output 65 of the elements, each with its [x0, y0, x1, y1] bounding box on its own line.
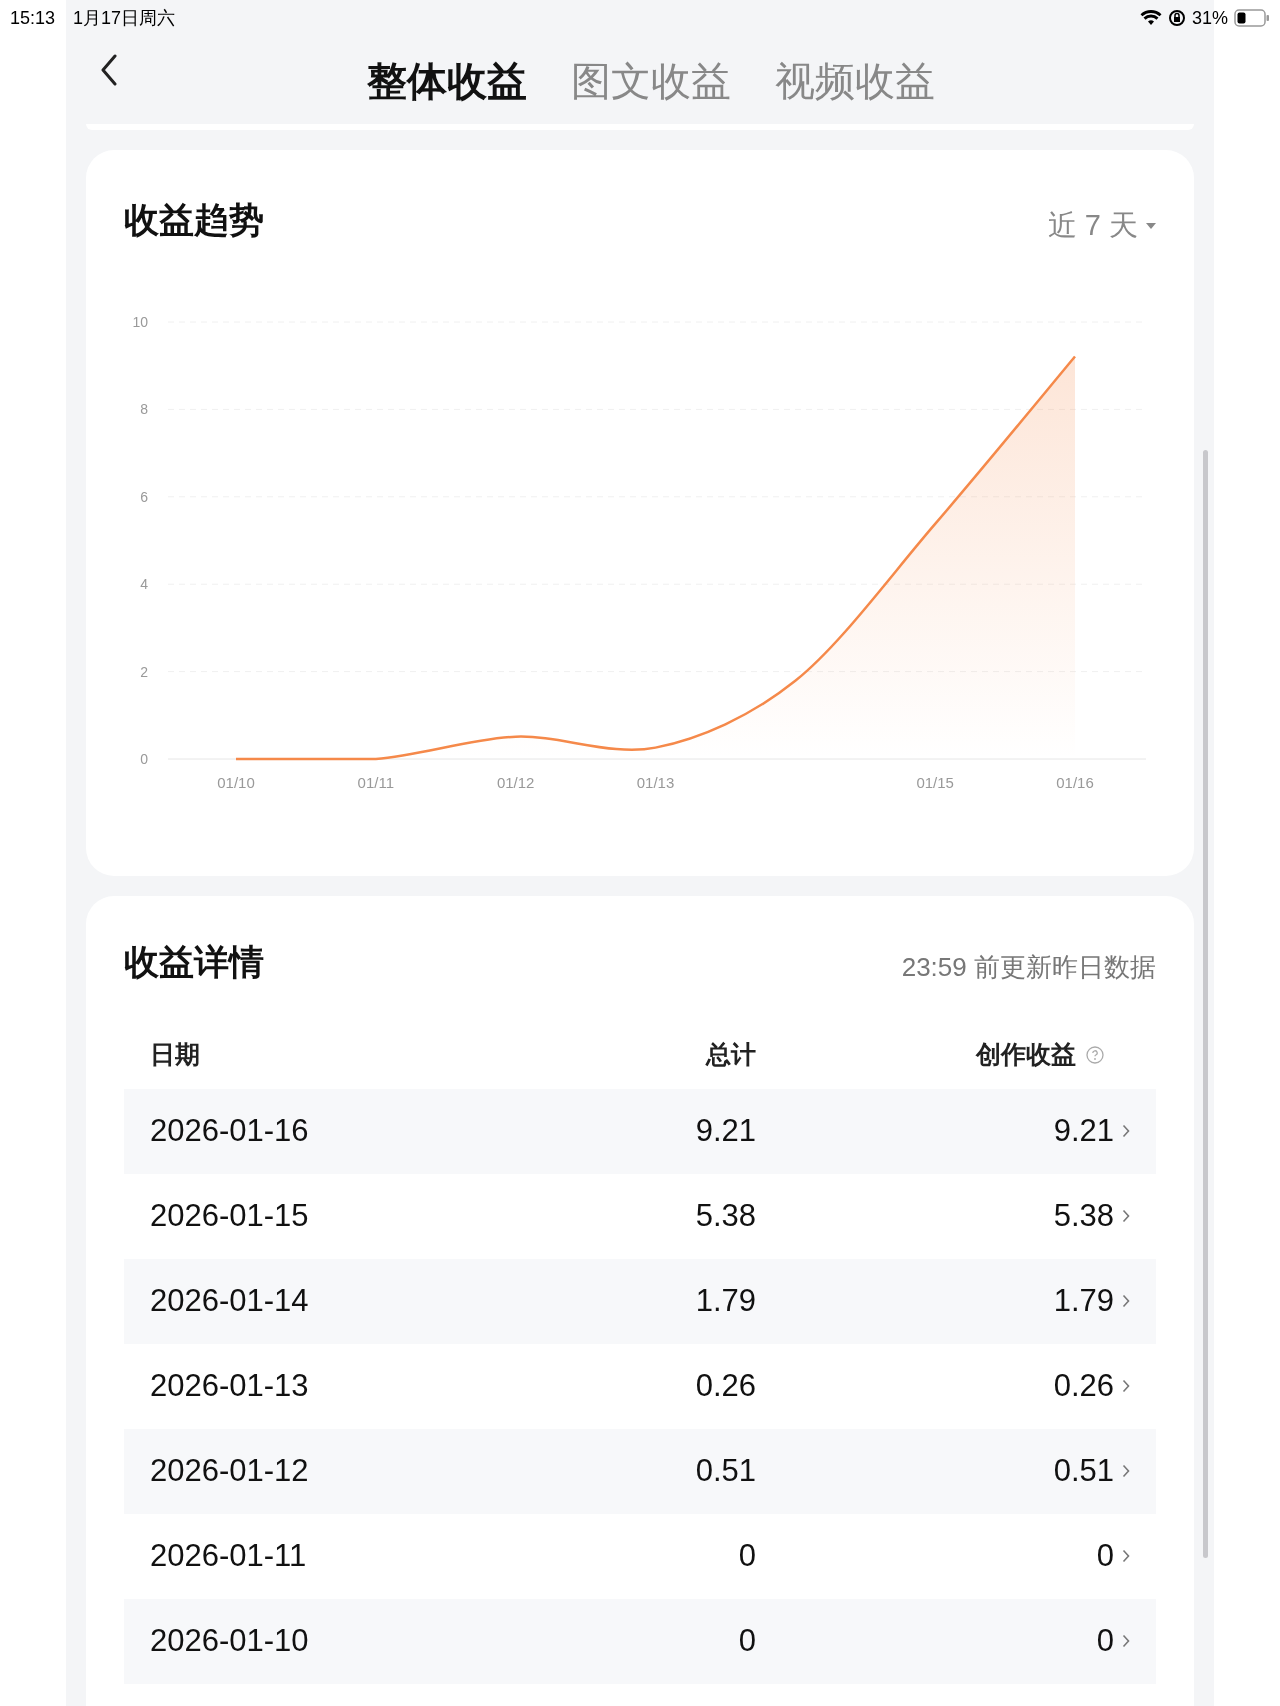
status-date: 1月17日周六: [73, 6, 176, 30]
chevron-icon: [1122, 1379, 1130, 1393]
card-title: 收益详情: [124, 941, 264, 983]
range-dropdown[interactable]: 近 7 天: [1047, 204, 1156, 248]
chevron-icon: [1122, 1294, 1130, 1308]
date-cell-text: 2026-01-14: [150, 1281, 310, 1320]
date-cell-text: 2026-01-16: [150, 1111, 310, 1150]
axis-label: 01/10: [217, 774, 255, 791]
axis-label: 01/13: [636, 774, 675, 791]
creation-cell-text: 0.51: [1053, 1451, 1114, 1490]
card-title: 收益趋势: [124, 199, 264, 241]
creation-cell-text: 1.79: [1053, 1281, 1114, 1320]
total-cell-text: 5.38: [694, 1196, 756, 1235]
total-cell-text: 0.51: [694, 1451, 756, 1490]
axis-label: 01/12: [496, 774, 535, 791]
creation-cell-text: 9.21: [1053, 1111, 1114, 1150]
total-cell-text: 1.79: [694, 1281, 756, 1320]
axis-label: 01/15: [916, 774, 954, 791]
date-cell-text: 2026-01-13: [150, 1366, 310, 1405]
axis-label: 8: [140, 401, 148, 418]
chevron-icon: [1122, 1209, 1130, 1223]
creation-cell-text: 0: [1096, 1621, 1114, 1660]
axis-label: 01/11: [357, 774, 395, 791]
table-row[interactable]: 2026-01-14 1.79 1.79: [124, 1258, 1156, 1344]
rotation-lock-icon: [1167, 9, 1186, 27]
creation-cell-text: 5.38: [1053, 1196, 1114, 1235]
total-cell-text: 0: [737, 1621, 756, 1660]
table-row[interactable]: 2026-01-15 5.38 5.38: [124, 1173, 1156, 1259]
creation-cell-text: 0: [1096, 1536, 1114, 1575]
column-header: 总计: [704, 1038, 756, 1070]
table-row[interactable]: 2026-01-12 0.51 0.51: [124, 1428, 1156, 1514]
chevron-icon: [1122, 1124, 1130, 1138]
creation-cell-text: 0.26: [1053, 1366, 1114, 1405]
wifi-icon: [1139, 10, 1162, 26]
axis-label: 2: [140, 663, 148, 680]
chevron-icon: [1122, 1634, 1130, 1648]
caret-icon: [1146, 222, 1156, 229]
axis-label: 6: [140, 488, 148, 505]
date-cell-text: 2026-01-15: [150, 1196, 310, 1235]
chevron-icon: [1122, 1464, 1130, 1478]
column-header: 日期: [150, 1038, 201, 1070]
status-time: 15:13: [10, 6, 56, 30]
update-note: 23:59 前更新昨日数据: [901, 950, 1156, 984]
axis-label: 01/16: [1056, 774, 1094, 791]
tab[interactable]: 整体收益: [367, 51, 527, 111]
total-cell-text: 0.26: [694, 1366, 756, 1405]
back-icon: [100, 54, 118, 86]
chevron-icon: [1122, 1549, 1130, 1563]
date-cell-text: 2026-01-10: [150, 1621, 310, 1660]
column-header: 创作收益: [976, 1038, 1076, 1070]
table-row[interactable]: 2026-01-11 0 0: [124, 1513, 1156, 1599]
axis-label: 10: [132, 314, 148, 330]
date-cell-text: 2026-01-11: [150, 1536, 308, 1575]
axis-label: 0: [140, 751, 148, 767]
battery-icon: [1234, 9, 1270, 27]
total-cell-text: 9.21: [694, 1111, 756, 1150]
table-row[interactable]: 2026-01-16 9.21 9.21: [124, 1088, 1156, 1174]
help-icon[interactable]: [1086, 1045, 1104, 1064]
total-cell-text: 0: [737, 1536, 756, 1575]
table-row[interactable]: 2026-01-10 0 0: [124, 1598, 1156, 1684]
scrollbar[interactable]: [1203, 450, 1208, 1558]
axis-label: 4: [140, 576, 148, 593]
table-row[interactable]: 2026-01-13 0.26 0.26: [124, 1343, 1156, 1429]
date-cell-text: 2026-01-12: [150, 1451, 310, 1490]
battery-percent: 31%: [1191, 6, 1228, 30]
